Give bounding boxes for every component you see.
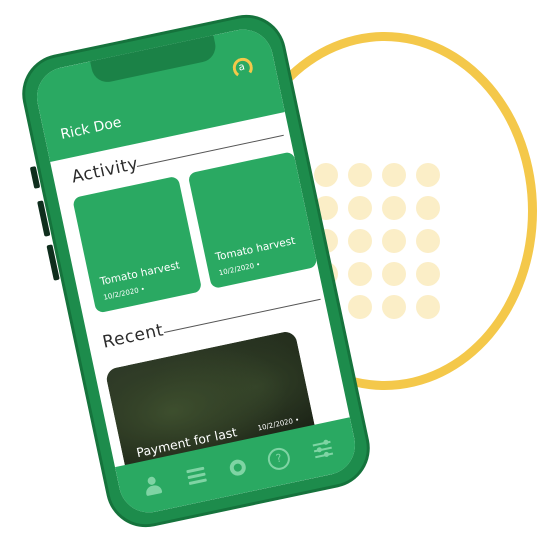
section-divider: [163, 298, 321, 333]
list-icon-bar: [188, 478, 207, 486]
recent-section-title: Recent: [100, 320, 166, 353]
background-dot: [416, 262, 440, 286]
background-dot: [348, 196, 372, 220]
activity-card-title: Tomato harvest: [98, 259, 181, 289]
background-dot: [348, 295, 372, 319]
background-dot: [382, 295, 406, 319]
filter-sliders-icon[interactable]: [310, 436, 336, 462]
background-dot: [382, 262, 406, 286]
background-dot: [348, 163, 372, 187]
activity-card-date: 10/2/2020 •: [102, 285, 146, 302]
logo-letter: a: [237, 61, 246, 74]
app-header: a Rick Doe: [31, 24, 285, 162]
background-dot: [416, 196, 440, 220]
activity-section-title: Activity: [69, 153, 141, 188]
background-dot: [382, 229, 406, 253]
background-dot: [416, 163, 440, 187]
activity-card[interactable]: Tomato harvest 10/2/2020 •: [187, 151, 318, 290]
background-dot: [314, 163, 338, 187]
background-dot: [382, 196, 406, 220]
user-name: Rick Doe: [59, 114, 123, 143]
a-logo-icon[interactable]: a: [230, 55, 255, 80]
background-dot: [348, 262, 372, 286]
background-dot: [416, 295, 440, 319]
user-icon[interactable]: [139, 473, 165, 499]
home-circle-icon[interactable]: [228, 458, 248, 478]
user-icon-body: [144, 484, 162, 497]
background-dot: [382, 163, 406, 187]
activity-card-title: Tomato harvest: [214, 234, 297, 264]
activity-card[interactable]: Tomato harvest 10/2/2020 •: [72, 175, 203, 314]
activity-card-date: 10/2/2020 •: [218, 260, 262, 278]
background-dot: [348, 229, 372, 253]
list-icon[interactable]: [183, 463, 209, 489]
help-icon[interactable]: ?: [265, 445, 293, 472]
background-dot: [416, 229, 440, 253]
